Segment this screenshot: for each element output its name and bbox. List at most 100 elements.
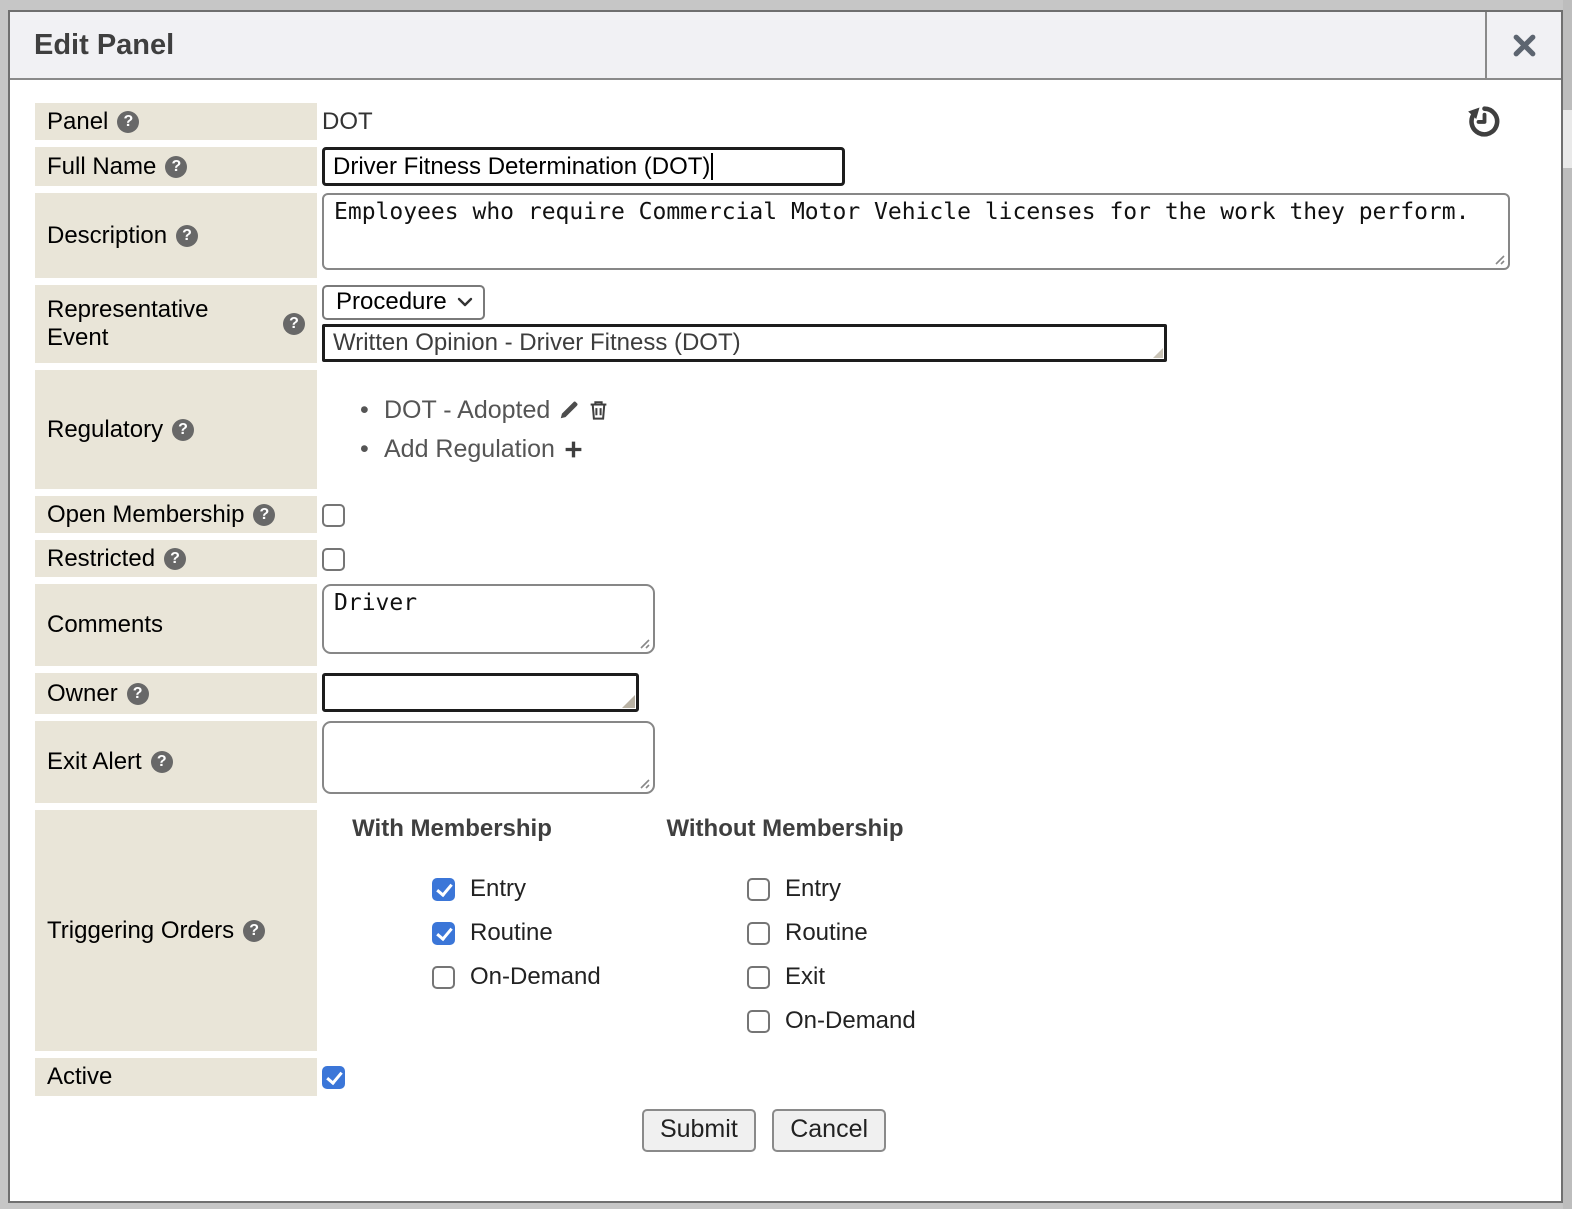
description-row: Description ? Employees who require Comm… [35,193,1521,278]
without-exit-checkbox[interactable] [747,966,770,989]
checkbox-label: Entry [785,875,841,903]
with-on-demand-option: On-Demand [322,963,582,991]
comments-value: Driver [334,590,417,616]
owner-label-cell: Owner ? [35,673,317,714]
checkbox-label: Routine [470,919,553,947]
open-membership-row: Open Membership ? [35,496,1521,533]
delete-trash-icon[interactable] [588,399,609,421]
checkbox-label: On-Demand [785,1007,916,1035]
representative-event-label: Representative Event [47,296,274,352]
cancel-button[interactable]: Cancel [772,1109,886,1152]
without-entry-checkbox[interactable] [747,878,770,901]
active-label-cell: Active [35,1058,317,1096]
full-name-help-icon[interactable]: ? [165,156,187,178]
checkbox-label: Exit [785,963,825,991]
edit-panel-dialog: Edit Panel Panel ? DOT [8,10,1563,1203]
resize-grip-icon[interactable] [1492,252,1505,265]
text-cursor [711,153,713,180]
background-scrollbar[interactable] [1563,0,1572,1209]
with-routine-checkbox[interactable] [432,922,455,945]
with-entry-option: Entry [322,875,582,903]
active-label: Active [47,1063,112,1091]
dialog-header: Edit Panel [10,12,1561,80]
restricted-row: Restricted ? [35,540,1521,577]
comments-textarea[interactable]: Driver [322,584,655,654]
open-membership-label-cell: Open Membership ? [35,496,317,533]
regulatory-help-icon[interactable]: ? [172,419,194,441]
full-name-label-cell: Full Name ? [35,147,317,186]
event-type-selected: Procedure [336,288,447,316]
with-entry-checkbox[interactable] [432,878,455,901]
regulatory-row: Regulatory ? DOT - Adopted [35,370,1521,489]
edit-panel-form: Panel ? DOT Full Name ? [10,80,1561,1192]
with-routine-option: Routine [322,919,582,947]
restricted-checkbox[interactable] [322,548,345,571]
exit-alert-row: Exit Alert ? [35,721,1521,803]
representative-event-help-icon[interactable]: ? [283,313,305,335]
resize-grip-icon[interactable] [637,776,650,789]
with-membership-header: With Membership [322,815,582,843]
resize-corner [1153,348,1163,358]
without-exit-option: Exit [657,963,913,991]
open-membership-label: Open Membership [47,501,244,529]
restricted-help-icon[interactable]: ? [164,548,186,570]
open-membership-checkbox[interactable] [322,504,345,527]
without-entry-option: Entry [657,875,913,903]
full-name-value: Driver Fitness Determination (DOT) [333,153,710,181]
regulatory-label-cell: Regulatory ? [35,370,317,489]
restricted-label: Restricted [47,545,155,573]
owner-input[interactable] [322,673,639,712]
close-button[interactable] [1485,12,1561,78]
add-regulation-item: Add Regulation [384,435,1521,464]
full-name-row: Full Name ? Driver Fitness Determination… [35,147,1521,186]
representative-event-input[interactable]: Written Opinion - Driver Fitness (DOT) [322,324,1167,362]
owner-help-icon[interactable]: ? [127,683,149,705]
triggering-orders-label: Triggering Orders [47,917,234,945]
description-label-cell: Description ? [35,193,317,278]
comments-label: Comments [47,611,163,639]
without-membership-header: Without Membership [657,815,913,843]
checkbox-label: Entry [470,875,526,903]
active-checkbox[interactable] [322,1066,345,1089]
comments-label-cell: Comments [35,584,317,666]
edit-pencil-icon[interactable] [558,399,580,421]
exit-alert-textarea[interactable] [322,721,655,794]
close-icon [1511,32,1538,59]
without-on-demand-checkbox[interactable] [747,1010,770,1033]
owner-label: Owner [47,680,118,708]
restricted-label-cell: Restricted ? [35,540,317,577]
regulation-list-item: DOT - Adopted [384,396,1521,425]
background-scrollbar-thumb [1563,110,1572,168]
description-textarea[interactable]: Employees who require Commercial Motor V… [322,193,1510,270]
triggering-orders-help-icon[interactable]: ? [243,920,265,942]
without-on-demand-option: On-Demand [657,1007,913,1035]
open-membership-help-icon[interactable]: ? [253,504,275,526]
with-on-demand-checkbox[interactable] [432,966,455,989]
representative-event-label-cell: Representative Event ? [35,285,317,363]
checkbox-label: Routine [785,919,868,947]
regulatory-label: Regulatory [47,416,163,444]
resize-grip-icon[interactable] [637,636,650,649]
without-routine-checkbox[interactable] [747,922,770,945]
full-name-label: Full Name [47,153,156,181]
checkbox-label: On-Demand [470,963,601,991]
exit-alert-label-cell: Exit Alert ? [35,721,317,803]
description-label: Description [47,222,167,250]
resize-corner [622,695,635,708]
submit-button[interactable]: Submit [642,1109,756,1152]
description-help-icon[interactable]: ? [176,225,198,247]
panel-help-icon[interactable]: ? [117,111,139,133]
panel-row: Panel ? DOT [35,103,1521,140]
history-icon[interactable] [1466,103,1503,140]
owner-row: Owner ? [35,673,1521,714]
full-name-input[interactable]: Driver Fitness Determination (DOT) [322,147,845,186]
exit-alert-help-icon[interactable]: ? [151,751,173,773]
dialog-title: Edit Panel [10,12,1485,78]
chevron-down-icon [457,297,473,307]
panel-label: Panel [47,108,108,136]
plus-icon[interactable] [563,439,584,460]
triggering-orders-label-cell: Triggering Orders ? [35,810,317,1051]
event-type-select[interactable]: Procedure [322,285,485,320]
add-regulation-link[interactable]: Add Regulation [384,435,555,464]
panel-label-cell: Panel ? [35,103,317,140]
